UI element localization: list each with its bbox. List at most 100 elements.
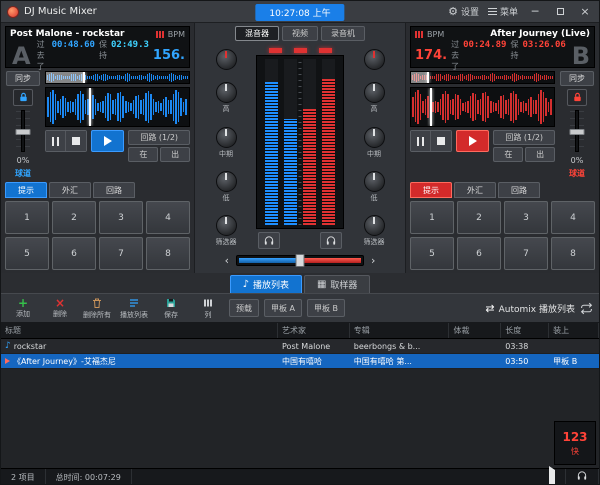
waveform-main-a[interactable] xyxy=(45,87,190,127)
column-artist[interactable]: 艺术家 xyxy=(278,323,350,338)
waveform-overview-a[interactable] xyxy=(45,71,190,84)
delete-button[interactable]: ×删除 xyxy=(44,298,76,319)
loop-out-button-b[interactable]: 出 xyxy=(525,147,555,162)
gain-knob-b[interactable] xyxy=(364,49,385,70)
deck-a-times: 过去了 00:48.60 保持 02:49.3 xyxy=(37,39,149,72)
tab-sampler[interactable]: ▦取样器 xyxy=(304,275,370,293)
total-time: 总时间: 00:07:29 xyxy=(46,469,132,485)
lock-button-a[interactable] xyxy=(13,89,33,106)
delete-all-button[interactable]: 删除所有 xyxy=(81,297,113,320)
headphone-cue-b-button[interactable] xyxy=(320,232,342,249)
sync-button-b[interactable]: 同步 xyxy=(560,71,594,86)
eq-mid-knob-a[interactable] xyxy=(216,127,237,148)
mixer-tabs: 混音器 视频 录音机 xyxy=(195,23,405,44)
load-deck-a-button[interactable]: 甲板 A xyxy=(264,299,302,317)
pad-b-6[interactable]: 6 xyxy=(457,237,501,270)
deck-b-pads: 1 2 3 4 5 6 7 8 xyxy=(410,201,595,270)
lock-button-b[interactable] xyxy=(567,89,587,106)
pad-b-5[interactable]: 5 xyxy=(410,237,454,270)
tab-loop-a[interactable]: 回路 xyxy=(93,182,135,198)
column-genre[interactable]: 体裁 xyxy=(449,323,501,338)
pitch-slider-a[interactable] xyxy=(15,110,31,152)
eq-high-knob-a[interactable] xyxy=(216,82,237,103)
tab-mixer[interactable]: 混音器 xyxy=(235,26,279,41)
columns-button[interactable]: 列 xyxy=(192,297,224,320)
pad-a-6[interactable]: 6 xyxy=(52,237,96,270)
playlist-button[interactable]: 播放列表 xyxy=(118,297,150,320)
maximize-button[interactable] xyxy=(552,5,568,19)
pad-a-7[interactable]: 7 xyxy=(99,237,143,270)
waveform-overview-b[interactable] xyxy=(410,71,555,84)
tab-fx-b[interactable]: 外汇 xyxy=(454,182,496,198)
pad-a-1[interactable]: 1 xyxy=(5,201,49,234)
save-button[interactable]: 保存 xyxy=(155,297,187,320)
pad-b-1[interactable]: 1 xyxy=(410,201,454,234)
tab-loop-b[interactable]: 回路 xyxy=(498,182,540,198)
playlist-empty-area[interactable] xyxy=(1,369,599,468)
pitch-slider-b[interactable] xyxy=(569,110,585,152)
waveform-main-b[interactable] xyxy=(410,87,555,127)
automix-button[interactable]: ⇄Automix 播放列表 xyxy=(485,302,575,315)
loop-out-button-a[interactable]: 出 xyxy=(160,147,190,162)
column-title[interactable]: 标题 xyxy=(1,323,278,338)
bpm-counter: 123 快 xyxy=(554,421,596,465)
eq-high-knob-b[interactable] xyxy=(364,82,385,103)
minimize-button[interactable]: ─ xyxy=(527,5,543,19)
add-button[interactable]: +添加 xyxy=(7,298,39,319)
pad-a-8[interactable]: 8 xyxy=(146,237,190,270)
table-row-selected[interactable]: 《After Journey》-艾福杰尼 中国有嘻哈 中国有嘻哈 第... 03… xyxy=(1,354,599,369)
pad-b-2[interactable]: 2 xyxy=(457,201,501,234)
x-icon: × xyxy=(55,298,65,308)
preview-play-button[interactable] xyxy=(549,470,555,485)
headphone-cue-a-button[interactable] xyxy=(258,232,280,249)
loop-in-button-b[interactable]: 在 xyxy=(493,147,523,162)
eq-low-knob-a[interactable] xyxy=(216,171,237,192)
pad-b-8[interactable]: 8 xyxy=(551,237,595,270)
repeat-button[interactable] xyxy=(580,302,593,315)
column-album[interactable]: 专辑 xyxy=(350,323,450,338)
loop-in-button-a[interactable]: 在 xyxy=(128,147,158,162)
eq-low-knob-b[interactable] xyxy=(364,171,385,192)
pad-a-4[interactable]: 4 xyxy=(146,201,190,234)
column-deck[interactable]: 装上 xyxy=(549,323,599,338)
pad-a-5[interactable]: 5 xyxy=(5,237,49,270)
channel-b-knobs: 高 中期 低 筛选器 xyxy=(352,47,396,251)
pause-button-a[interactable] xyxy=(46,131,66,151)
load-deck-b-button[interactable]: 甲板 B xyxy=(307,299,345,317)
stop-button-b[interactable] xyxy=(431,131,451,151)
crossfader-handle[interactable] xyxy=(296,254,305,267)
pad-b-4[interactable]: 4 xyxy=(551,201,595,234)
menu-button[interactable]: 菜单 xyxy=(488,5,518,18)
pad-a-2[interactable]: 2 xyxy=(52,201,96,234)
tab-video[interactable]: 视频 xyxy=(282,26,318,41)
pause-button-b[interactable] xyxy=(411,131,431,151)
pad-b-7[interactable]: 7 xyxy=(504,237,548,270)
column-length[interactable]: 长度 xyxy=(501,323,549,338)
filter-knob-a[interactable] xyxy=(216,215,237,236)
tab-fx-a[interactable]: 外汇 xyxy=(49,182,91,198)
tab-cue-a[interactable]: 提示 xyxy=(5,182,47,198)
eq-mid-knob-b[interactable] xyxy=(364,127,385,148)
crossfader-right-arrow[interactable]: › xyxy=(371,254,375,267)
sync-button-a[interactable]: 同步 xyxy=(6,71,40,86)
preload-button[interactable]: 预载 xyxy=(229,299,259,317)
plus-icon: + xyxy=(18,298,28,308)
table-row[interactable]: ♪rockstar Post Malone beerbongs & b... 0… xyxy=(1,339,599,354)
filter-knob-b[interactable] xyxy=(364,215,385,236)
gain-knob-a[interactable] xyxy=(216,49,237,70)
close-button[interactable]: × xyxy=(577,5,593,19)
play-button-b[interactable] xyxy=(456,130,490,152)
settings-button[interactable]: ⚙设置 xyxy=(448,5,479,18)
stop-button-a[interactable] xyxy=(66,131,86,151)
tab-playlist[interactable]: ♪播放列表 xyxy=(230,275,302,293)
crossfader-left-arrow[interactable]: ‹ xyxy=(225,254,229,267)
tab-recorder[interactable]: 录音机 xyxy=(321,26,365,41)
loop-button-a[interactable]: 回路 (1/2) xyxy=(128,130,190,145)
loop-button-b[interactable]: 回路 (1/2) xyxy=(493,130,555,145)
preview-headphone-button[interactable] xyxy=(576,470,588,485)
pad-b-3[interactable]: 3 xyxy=(504,201,548,234)
tab-cue-b[interactable]: 提示 xyxy=(410,182,452,198)
crossfader[interactable] xyxy=(236,255,364,266)
play-button-a[interactable] xyxy=(91,130,125,152)
pad-a-3[interactable]: 3 xyxy=(99,201,143,234)
